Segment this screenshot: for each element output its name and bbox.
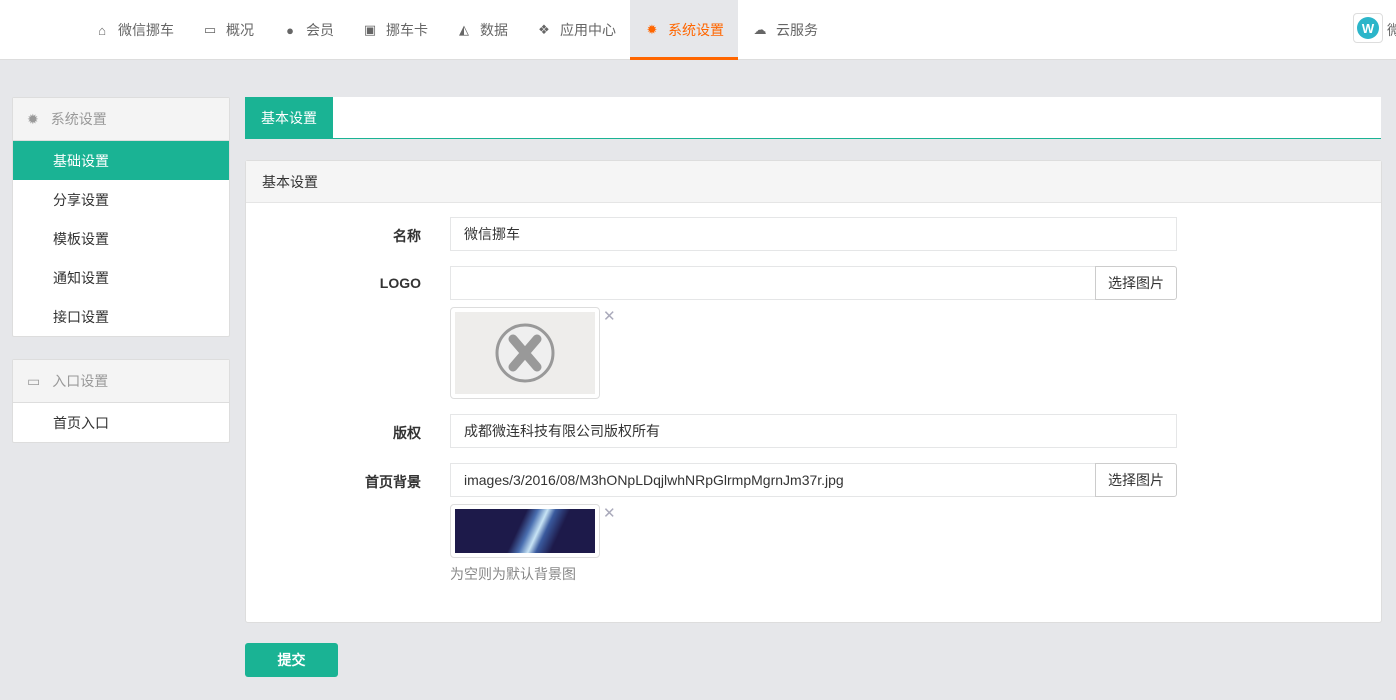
nav-item-2[interactable]: ● 会员 <box>268 0 348 60</box>
tab-basic[interactable]: 基本设置 <box>245 97 333 138</box>
logo-label: LOGO <box>379 275 421 291</box>
copyright-input[interactable]: 成都微连科技有限公司版权所有 <box>450 414 1177 448</box>
name-label: 名称 <box>393 228 421 244</box>
card-title: 基本设置 <box>246 161 1381 203</box>
nav-item-7[interactable]: ☁ 云服务 <box>738 0 832 60</box>
nav-item-4[interactable]: ◭ 数据 <box>442 0 522 60</box>
nav-item-1[interactable]: ▭ 概况 <box>188 0 268 60</box>
background-choose-button[interactable]: 选择图片 <box>1095 463 1177 497</box>
sidebar-item-basic[interactable]: 基础设置 <box>13 141 229 180</box>
cubes-icon: ❖ <box>538 22 550 37</box>
nav-label: 会员 <box>306 22 334 38</box>
top-navbar: ⌂ 微信挪车 ▭ 概况 ● 会员 ▣ 挪车卡 ◭ 数据 ❖ 应用中心 ✹ 系统设置 ☁ 云服务 W 微 <box>0 0 1396 60</box>
sidebar-title: 系统设置 <box>50 111 107 127</box>
nav-label: 系统设置 <box>668 22 724 38</box>
name-input[interactable]: 微信挪车 <box>450 217 1177 251</box>
sidebar-item-api[interactable]: 接口设置 <box>13 297 229 336</box>
nav-item-6[interactable]: ✹ 系统设置 <box>630 0 738 60</box>
home-icon: ⌂ <box>98 22 106 38</box>
submit-button[interactable]: 提交 <box>245 643 338 677</box>
background-thumbnail <box>455 509 595 553</box>
avatar-letter: W <box>1357 17 1379 39</box>
account-avatar[interactable]: W <box>1353 13 1383 43</box>
nav-label: 数据 <box>480 22 508 38</box>
background-label: 首页背景 <box>365 474 421 490</box>
main-nav: ⌂ 微信挪车 ▭ 概况 ● 会员 ▣ 挪车卡 ◭ 数据 ❖ 应用中心 ✹ 系统设置 ☁ 云服务 <box>80 0 832 60</box>
background-preview <box>450 504 600 558</box>
remove-logo-icon[interactable]: ✕ <box>603 307 616 325</box>
nav-item-3[interactable]: ▣ 挪车卡 <box>348 0 442 60</box>
gear-icon: ✹ <box>646 22 658 37</box>
sidebar-item-home-entry[interactable]: 首页入口 <box>13 403 229 442</box>
sidebar-title: 入口设置 <box>52 373 109 389</box>
area-chart-icon: ◭ <box>459 22 469 37</box>
gift-icon: ▣ <box>363 22 377 37</box>
monitor-icon: ▭ <box>203 22 217 37</box>
broken-image-icon <box>455 312 595 394</box>
sidebar-item-notify[interactable]: 通知设置 <box>13 258 229 297</box>
inbox-icon: ▭ <box>27 372 41 389</box>
remove-background-icon[interactable]: ✕ <box>603 504 616 522</box>
tab-bar: 基本设置 <box>245 97 1381 139</box>
sidebar-header: ✹ 系统设置 <box>13 98 229 141</box>
nav-item-0[interactable]: ⌂ 微信挪车 <box>80 0 188 60</box>
logo-preview <box>450 307 600 399</box>
nav-item-5[interactable]: ❖ 应用中心 <box>522 0 630 60</box>
sidebar-item-share[interactable]: 分享设置 <box>13 180 229 219</box>
nav-label: 云服务 <box>776 22 818 38</box>
nav-label: 概况 <box>226 22 254 38</box>
nav-label: 应用中心 <box>560 22 616 38</box>
sidebar-panel-system: ✹ 系统设置 基础设置 分享设置 模板设置 通知设置 接口设置 <box>12 97 230 337</box>
sidebar-panel-entry: ▭ 入口设置 首页入口 <box>12 359 230 443</box>
logo-choose-button[interactable]: 选择图片 <box>1095 266 1177 300</box>
background-input[interactable]: images/3/2016/08/M3hONpLDqjlwhNRpGlrmpMg… <box>450 463 1096 497</box>
copyright-label: 版权 <box>393 425 421 441</box>
gear-icon: ✹ <box>27 110 39 127</box>
sidebar-header: ▭ 入口设置 <box>13 360 229 403</box>
nav-label: 微信挪车 <box>118 22 174 38</box>
cloud-icon: ☁ <box>753 22 767 37</box>
sidebar-item-template[interactable]: 模板设置 <box>13 219 229 258</box>
user-name[interactable]: 微 <box>1387 20 1396 40</box>
background-help-text: 为空则为默认背景图 <box>450 566 576 582</box>
logo-input[interactable] <box>450 266 1096 300</box>
settings-card: 基本设置 名称 微信挪车 LOGO 选择图片 ✕ 版权 成都微连科技有限公司版权… <box>245 160 1382 623</box>
nav-label: 挪车卡 <box>386 22 428 38</box>
user-icon: ● <box>286 22 294 38</box>
